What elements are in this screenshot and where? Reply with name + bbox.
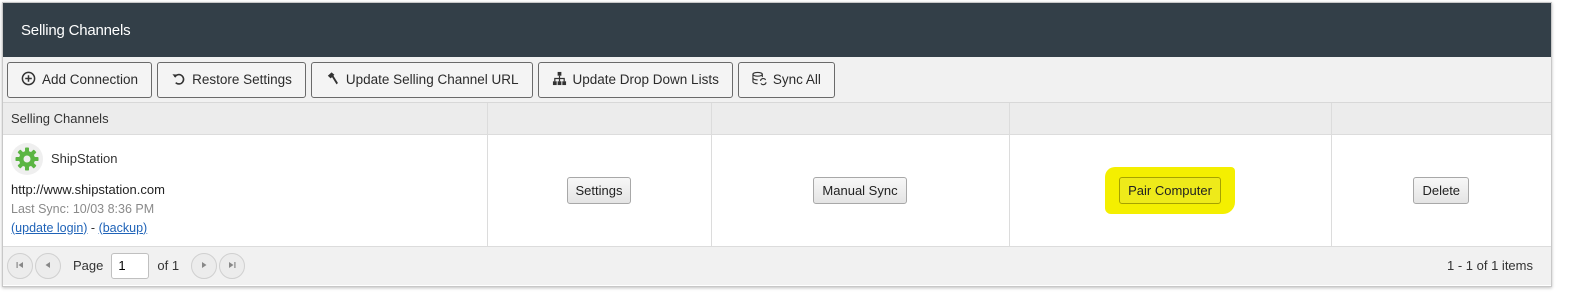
channel-url: http://www.shipstation.com <box>11 181 165 197</box>
last-page-button[interactable] <box>219 252 246 279</box>
link-separator: - <box>87 220 99 235</box>
toolbar: Add Connection Restore Settings Update S… <box>3 57 1551 103</box>
pager: Page of 1 1 - 1 of 1 items <box>3 246 1551 285</box>
gear-icon <box>11 142 43 175</box>
update-drop-down-lists-label: Update Drop Down Lists <box>572 72 719 87</box>
delete-cell: Delete <box>1331 134 1551 247</box>
pair-computer-cell: Pair Computer <box>1009 134 1332 247</box>
backup-link[interactable]: (backup) <box>99 221 148 235</box>
add-connection-label: Add Connection <box>42 72 139 87</box>
table-row: ShipStation http://www.shipstation.com L… <box>3 134 1551 247</box>
first-page-icon <box>15 258 25 273</box>
previous-page-button[interactable] <box>35 252 61 279</box>
restore-settings-label: Restore Settings <box>192 72 292 87</box>
update-login-link[interactable]: (update login) <box>11 221 87 235</box>
manual-sync-button[interactable]: Manual Sync <box>813 176 907 204</box>
sync-all-label: Sync All <box>772 72 821 87</box>
column-header-manual-sync <box>711 103 1010 135</box>
plus-circle-icon <box>21 71 36 89</box>
next-page-button[interactable] <box>191 252 218 279</box>
hammer-icon <box>325 71 340 89</box>
column-header-pair-computer <box>1009 103 1332 135</box>
update-drop-down-lists-button[interactable]: Update Drop Down Lists <box>537 61 733 98</box>
delete-button[interactable]: Delete <box>1413 176 1470 204</box>
sync-database-icon <box>752 71 767 89</box>
update-selling-channel-url-label: Update Selling Channel URL <box>345 72 519 87</box>
column-header-selling-channels: Selling Channels <box>3 103 488 135</box>
restore-settings-button[interactable]: Restore Settings <box>157 61 306 98</box>
selling-channels-panel: Selling Channels Add Connection Restore … <box>2 2 1552 287</box>
page-title: Selling Channels <box>21 21 131 39</box>
channels-grid: Selling Channels ShipStation http://www.… <box>3 103 1551 247</box>
settings-button[interactable]: Settings <box>566 176 632 204</box>
undo-icon <box>171 71 186 89</box>
manual-sync-cell: Manual Sync <box>711 134 1010 247</box>
first-page-button[interactable] <box>7 252 33 279</box>
update-selling-channel-url-button[interactable]: Update Selling Channel URL <box>310 61 533 98</box>
pager-info: 1 - 1 of 1 items <box>1447 258 1533 273</box>
panel-header: Selling Channels <box>3 3 1551 57</box>
add-connection-button[interactable]: Add Connection <box>7 61 153 98</box>
sync-all-button[interactable]: Sync All <box>737 61 835 98</box>
column-header-settings <box>487 103 712 135</box>
pair-computer-button[interactable]: Pair Computer <box>1119 176 1221 204</box>
channel-name: ShipStation <box>51 151 118 166</box>
page-count-label: of 1 <box>157 258 180 273</box>
next-page-icon <box>199 258 209 273</box>
page-number-input[interactable] <box>111 252 150 279</box>
sitemap-icon <box>552 71 567 89</box>
grid-header-row: Selling Channels <box>3 103 1551 135</box>
settings-cell: Settings <box>487 134 712 247</box>
channel-info-cell: ShipStation http://www.shipstation.com L… <box>3 134 488 247</box>
last-sync-text: Last Sync: 10/03 8:36 PM <box>11 201 155 216</box>
previous-page-icon <box>43 258 53 273</box>
last-page-icon <box>227 258 237 273</box>
page-label: Page <box>73 258 104 273</box>
highlight-mark: Pair Computer <box>1105 166 1235 214</box>
column-header-delete <box>1331 103 1551 135</box>
